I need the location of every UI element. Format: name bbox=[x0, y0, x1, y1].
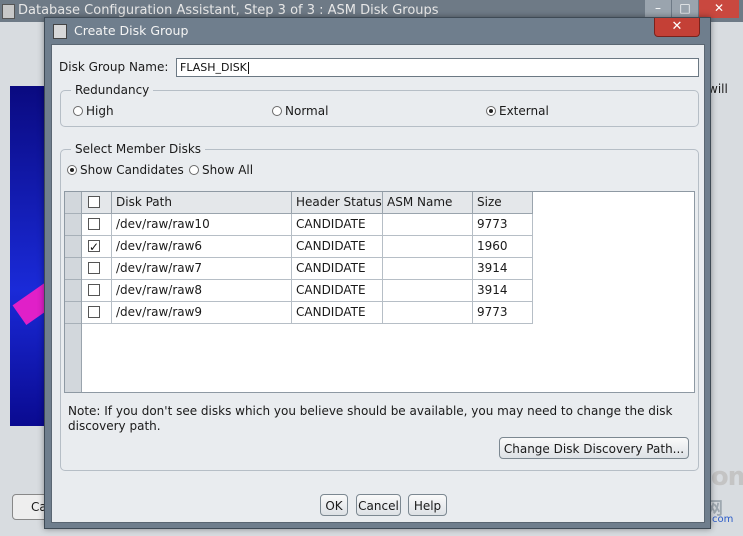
checkbox-icon[interactable] bbox=[88, 195, 100, 208]
show-candidates-radio[interactable]: Show Candidates bbox=[67, 163, 184, 177]
size-cell: 9773 bbox=[473, 214, 533, 236]
checkbox-icon[interactable] bbox=[88, 305, 100, 318]
row-checkbox-cell[interactable] bbox=[82, 236, 112, 258]
dialog-app-icon bbox=[53, 24, 67, 39]
dialog-close-button[interactable]: ✕ bbox=[654, 18, 700, 37]
minimize-icon[interactable]: – bbox=[645, 0, 671, 18]
asm-name-cell[interactable] bbox=[383, 258, 473, 280]
table-row[interactable]: /dev/raw/raw8 CANDIDATE 3914 bbox=[82, 280, 533, 302]
dialog-content: Disk Group Name: FLASH_DISK Redundancy H… bbox=[51, 44, 705, 523]
redundancy-external-radio[interactable]: External bbox=[486, 104, 549, 118]
dialog-title: Create Disk Group bbox=[74, 23, 189, 38]
row-header-column bbox=[65, 192, 82, 392]
checkbox-icon[interactable] bbox=[88, 261, 100, 274]
size-cell: 3914 bbox=[473, 280, 533, 302]
redundancy-legend: Redundancy bbox=[71, 83, 154, 97]
size-cell: 1960 bbox=[473, 236, 533, 258]
header-status-cell: CANDIDATE bbox=[292, 214, 383, 236]
redundancy-group: Redundancy High Normal External bbox=[60, 83, 699, 127]
header-status-cell: CANDIDATE bbox=[292, 236, 383, 258]
member-disks-group: Select Member Disks Show Candidates Show… bbox=[60, 142, 699, 471]
create-disk-group-dialog: Create Disk Group ✕ Disk Group Name: FLA… bbox=[44, 17, 711, 529]
radio-icon bbox=[272, 106, 282, 116]
asm-name-cell[interactable] bbox=[383, 214, 473, 236]
column-header-disk-path[interactable]: Disk Path bbox=[112, 192, 292, 213]
row-checkbox-cell[interactable] bbox=[82, 302, 112, 324]
table-header: Disk Path Header Status ASM Name Size (M… bbox=[82, 192, 533, 230]
row-checkbox-cell[interactable] bbox=[82, 280, 112, 302]
window-controls: – □ ✕ bbox=[644, 0, 739, 18]
table-row[interactable]: /dev/raw/raw6 CANDIDATE 1960 bbox=[82, 236, 533, 258]
column-header-header-status[interactable]: Header Status bbox=[292, 192, 383, 213]
maximize-icon[interactable]: □ bbox=[672, 0, 698, 18]
change-disk-discovery-path-button[interactable]: Change Disk Discovery Path... bbox=[499, 437, 689, 459]
close-icon[interactable]: ✕ bbox=[699, 0, 739, 18]
text-caret bbox=[247, 62, 249, 74]
size-cell: 3914 bbox=[473, 258, 533, 280]
asm-name-cell[interactable] bbox=[383, 302, 473, 324]
disk-group-name-input[interactable]: FLASH_DISK bbox=[176, 58, 699, 77]
asm-name-cell[interactable] bbox=[383, 280, 473, 302]
disk-path-cell: /dev/raw/raw8 bbox=[112, 280, 292, 302]
disk-table: Disk Path Header Status ASM Name Size (M… bbox=[64, 191, 695, 393]
member-disks-legend: Select Member Disks bbox=[71, 142, 206, 156]
disk-path-cell: /dev/raw/raw7 bbox=[112, 258, 292, 280]
background-window-title: Database Configuration Assistant, Step 3… bbox=[18, 3, 439, 18]
dialog-titlebar[interactable]: Create Disk Group ✕ bbox=[45, 18, 710, 44]
select-all-checkbox-header[interactable] bbox=[82, 192, 112, 213]
header-status-cell: CANDIDATE bbox=[292, 280, 383, 302]
disk-path-cell: /dev/raw/raw9 bbox=[112, 302, 292, 324]
checkbox-icon[interactable] bbox=[88, 217, 100, 230]
show-all-radio[interactable]: Show All bbox=[189, 163, 253, 177]
disk-path-cell: /dev/raw/raw6 bbox=[112, 236, 292, 258]
redundancy-normal-radio[interactable]: Normal bbox=[272, 104, 328, 118]
ok-button[interactable]: OK bbox=[320, 494, 348, 516]
cancel-button[interactable]: Cancel bbox=[356, 494, 401, 516]
disk-group-name-label: Disk Group Name: bbox=[59, 60, 169, 74]
radio-icon bbox=[73, 106, 83, 116]
table-row[interactable]: /dev/raw/raw7 CANDIDATE 3914 bbox=[82, 258, 533, 280]
column-header-asm-name[interactable]: ASM Name bbox=[383, 192, 473, 213]
table-row[interactable]: /dev/raw/raw9 CANDIDATE 9773 bbox=[82, 302, 533, 324]
size-cell: 9773 bbox=[473, 302, 533, 324]
column-header-size[interactable]: Size (MB) bbox=[473, 192, 533, 230]
disk-path-cell: /dev/raw/raw10 bbox=[112, 214, 292, 236]
radio-selected-icon bbox=[486, 106, 496, 116]
discovery-path-note: Note: If you don't see disks which you b… bbox=[68, 404, 673, 433]
checkbox-checked-icon[interactable] bbox=[88, 237, 100, 258]
help-button[interactable]: Help bbox=[408, 494, 447, 516]
header-status-cell: CANDIDATE bbox=[292, 258, 383, 280]
app-icon bbox=[2, 4, 15, 19]
radio-selected-icon bbox=[67, 165, 77, 175]
row-checkbox-cell[interactable] bbox=[82, 214, 112, 236]
header-status-cell: CANDIDATE bbox=[292, 302, 383, 324]
checkbox-icon[interactable] bbox=[88, 283, 100, 296]
radio-icon bbox=[189, 165, 199, 175]
asm-name-cell[interactable] bbox=[383, 236, 473, 258]
row-checkbox-cell[interactable] bbox=[82, 258, 112, 280]
redundancy-high-radio[interactable]: High bbox=[73, 104, 114, 118]
table-row[interactable]: /dev/raw/raw10 CANDIDATE 9773 bbox=[82, 214, 533, 236]
